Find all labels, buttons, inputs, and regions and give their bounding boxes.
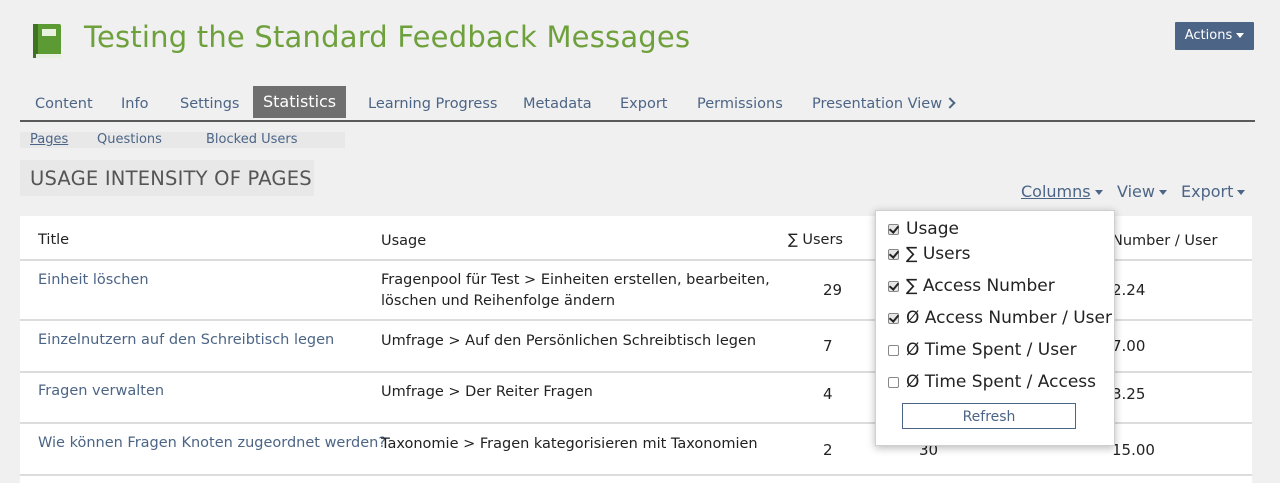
tab-statistics[interactable]: Statistics bbox=[253, 86, 347, 118]
actions-button[interactable]: Actions bbox=[1175, 22, 1254, 50]
tab-permissions[interactable]: Permissions bbox=[697, 96, 783, 112]
column-header-title[interactable]: Title bbox=[38, 232, 69, 248]
row-title-link[interactable]: Einheit löschen bbox=[38, 272, 149, 288]
row-title-link[interactable]: Wie können Fragen Knoten zugeordnet werd… bbox=[38, 435, 386, 451]
checkbox-checked[interactable] bbox=[888, 312, 899, 324]
row-users: 7 bbox=[823, 337, 833, 355]
subtab-bar: Pages Questions Blocked Users bbox=[20, 132, 345, 148]
checkbox-checked[interactable] bbox=[888, 248, 899, 260]
tab-content[interactable]: Content bbox=[35, 96, 93, 112]
tab-export[interactable]: Export bbox=[620, 96, 667, 112]
row-users: 4 bbox=[823, 385, 833, 403]
row-usage-line2: löschen und Reihenfolge ändern bbox=[381, 293, 616, 309]
view-label: View bbox=[1117, 182, 1155, 201]
column-option-label: Ø Access Number / User bbox=[906, 308, 1112, 328]
tab-presentation-view-label: Presentation View bbox=[812, 96, 943, 112]
checkbox-checked[interactable] bbox=[888, 223, 899, 235]
column-option-label: Usage bbox=[906, 219, 959, 239]
columns-menu: Usage ∑ Users ∑ Access Number Ø Access N… bbox=[875, 210, 1115, 446]
row-number-per-user: 3.25 bbox=[1112, 385, 1146, 403]
actions-label: Actions bbox=[1184, 28, 1233, 43]
column-option-access-number[interactable]: ∑ Access Number bbox=[888, 276, 1055, 296]
column-header-usage[interactable]: Usage bbox=[381, 233, 426, 249]
column-option-label: Ø Time Spent / Access bbox=[906, 372, 1097, 392]
row-users: 2 bbox=[823, 441, 833, 459]
row-usage-line1: Umfrage > Auf den Persönlichen Schreibti… bbox=[381, 333, 757, 349]
page-title: Testing the Standard Feedback Messages bbox=[84, 20, 691, 54]
subtab-pages[interactable]: Pages bbox=[30, 132, 68, 147]
column-option-usage[interactable]: Usage bbox=[888, 219, 959, 239]
refresh-button[interactable]: Refresh bbox=[902, 403, 1076, 429]
tab-bar: Content Info Settings Statistics Learnin… bbox=[20, 86, 1255, 122]
column-option-label: ∑ Users bbox=[906, 244, 971, 264]
row-number-per-user: 2.24 bbox=[1112, 281, 1146, 299]
section-title: USAGE INTENSITY OF PAGES bbox=[30, 167, 312, 190]
tab-settings[interactable]: Settings bbox=[180, 96, 239, 112]
column-header-number-per-user[interactable]: Number / User bbox=[1112, 233, 1217, 249]
row-title-link[interactable]: Einzelnutzern auf den Schreibtisch legen bbox=[38, 332, 334, 348]
tab-info[interactable]: Info bbox=[121, 96, 148, 112]
tab-learning-progress[interactable]: Learning Progress bbox=[368, 96, 497, 112]
column-option-label: ∑ Access Number bbox=[906, 276, 1055, 296]
book-icon bbox=[33, 24, 61, 58]
row-number-per-user: 15.00 bbox=[1112, 441, 1155, 459]
row-title-link[interactable]: Fragen verwalten bbox=[38, 383, 164, 399]
checkbox-checked[interactable] bbox=[888, 280, 899, 292]
export-label: Export bbox=[1181, 182, 1234, 201]
row-number-per-user: 7.00 bbox=[1112, 337, 1146, 355]
view-dropdown[interactable]: View bbox=[1117, 182, 1167, 201]
caret-down-icon bbox=[1158, 190, 1167, 195]
column-header-users[interactable]: ∑ Users bbox=[788, 232, 843, 248]
checkbox-unchecked[interactable] bbox=[888, 344, 899, 356]
checkbox-unchecked[interactable] bbox=[888, 376, 899, 388]
column-option-time-per-user[interactable]: Ø Time Spent / User bbox=[888, 340, 1077, 360]
tab-metadata[interactable]: Metadata bbox=[523, 96, 592, 112]
caret-down-icon bbox=[1094, 190, 1103, 195]
column-option-time-per-access[interactable]: Ø Time Spent / Access bbox=[888, 372, 1096, 392]
row-usage-line1: Taxonomie > Fragen kategorisieren mit Ta… bbox=[381, 436, 758, 452]
tab-presentation-view[interactable]: Presentation View bbox=[812, 96, 956, 112]
subtab-questions[interactable]: Questions bbox=[97, 132, 162, 147]
row-divider bbox=[20, 474, 1252, 476]
export-dropdown[interactable]: Export bbox=[1181, 182, 1246, 201]
column-option-label: Ø Time Spent / User bbox=[906, 340, 1077, 360]
row-usage-line1: Umfrage > Der Reiter Fragen bbox=[381, 384, 593, 400]
chevron-right-icon bbox=[944, 97, 956, 109]
column-option-access-per-user[interactable]: Ø Access Number / User bbox=[888, 308, 1112, 328]
subtab-blocked-users[interactable]: Blocked Users bbox=[206, 132, 297, 147]
row-usage-line1: Fragenpool für Test > Einheiten erstelle… bbox=[381, 272, 770, 288]
caret-down-icon bbox=[1237, 190, 1246, 195]
caret-down-icon bbox=[1236, 33, 1245, 38]
row-users: 29 bbox=[823, 281, 843, 299]
columns-dropdown[interactable]: Columns bbox=[1021, 182, 1103, 201]
columns-label: Columns bbox=[1021, 182, 1091, 201]
column-option-users[interactable]: ∑ Users bbox=[888, 244, 970, 264]
